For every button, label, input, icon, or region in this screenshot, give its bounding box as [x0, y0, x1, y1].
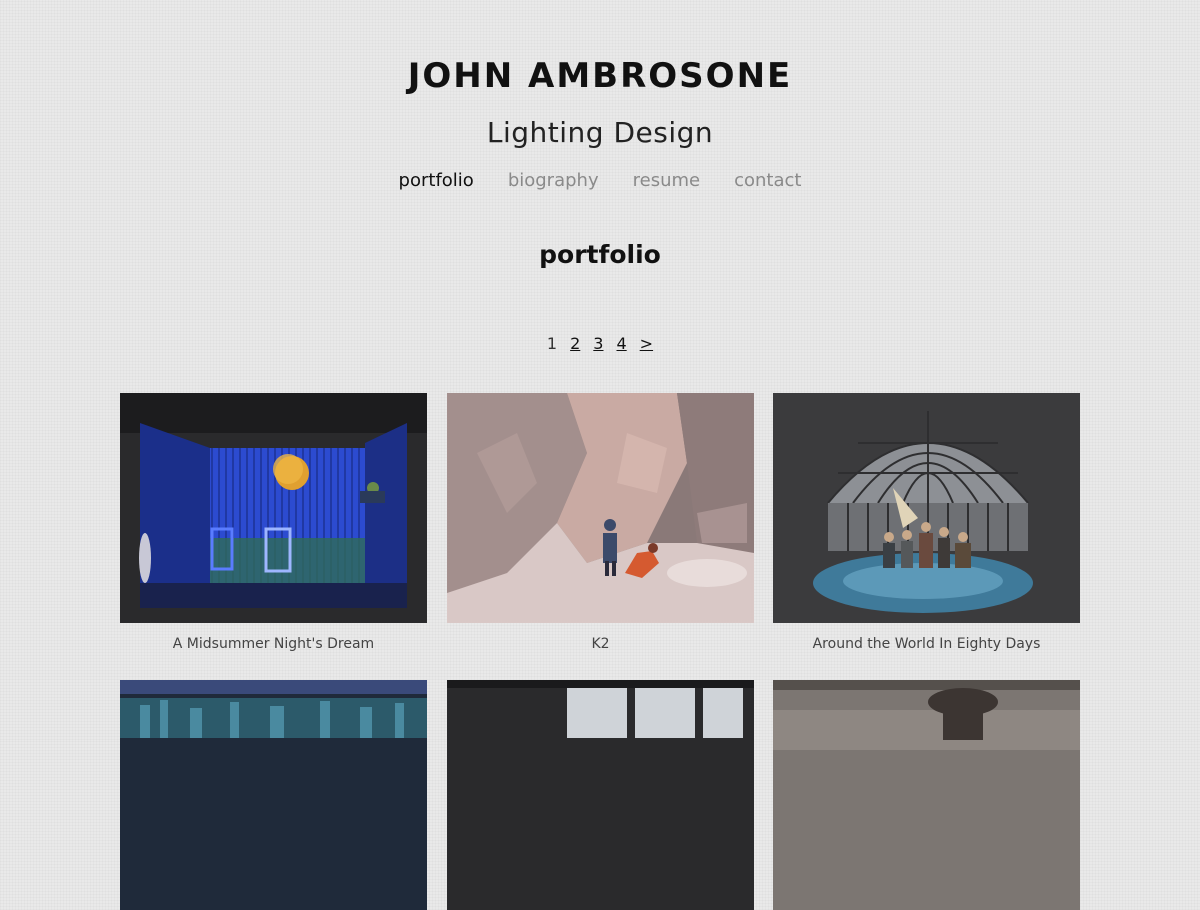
midsummer-stage-photo	[120, 393, 427, 623]
pagination-page-2[interactable]: 2	[570, 334, 580, 353]
k2-stage-photo	[447, 393, 754, 623]
pagination: 1 2 3 4 >	[0, 334, 1200, 353]
project-thumbnail[interactable]	[773, 393, 1080, 623]
portfolio-item-6	[773, 680, 1080, 910]
project-thumbnail[interactable]	[447, 393, 754, 623]
pagination-page-4[interactable]: 4	[616, 334, 626, 353]
project-thumbnail[interactable]	[773, 680, 1080, 910]
nav-item-contact[interactable]: contact	[734, 170, 801, 191]
project-thumbnail[interactable]	[447, 680, 754, 910]
around-the-world-stage-photo	[773, 393, 1080, 623]
portfolio-item-5	[447, 680, 754, 910]
portfolio-item-around-the-world: Around the World In Eighty Days	[773, 393, 1080, 652]
pagination-page-3[interactable]: 3	[593, 334, 603, 353]
site-subtitle: Lighting Design	[486, 116, 714, 149]
portfolio-item-k2: K2	[447, 393, 754, 652]
project-title[interactable]: A Midsummer Night's Dream	[120, 636, 427, 652]
nav-item-biography[interactable]: biography	[508, 170, 599, 191]
project-title[interactable]: Around the World In Eighty Days	[773, 636, 1080, 652]
pagination-current-page: 1	[546, 334, 558, 353]
project-thumbnail[interactable]	[120, 393, 427, 623]
portfolio-item-midsummer: A Midsummer Night's Dream	[120, 393, 427, 652]
project-thumbnail[interactable]	[120, 680, 427, 910]
main-nav: portfolio biography resume contact	[0, 170, 1200, 191]
window-stage-photo	[447, 680, 754, 910]
page-title: portfolio	[539, 240, 661, 269]
nav-item-resume[interactable]: resume	[633, 170, 700, 191]
project-title[interactable]: K2	[447, 636, 754, 652]
portfolio-item-4	[120, 680, 427, 910]
site-title[interactable]: JOHN AMBROSONE	[0, 56, 1200, 96]
city-skyline-stage-photo	[120, 680, 427, 910]
silhouette-stage-photo	[773, 680, 1080, 910]
pagination-next-link[interactable]: >	[640, 334, 653, 353]
nav-item-portfolio[interactable]: portfolio	[399, 170, 474, 191]
